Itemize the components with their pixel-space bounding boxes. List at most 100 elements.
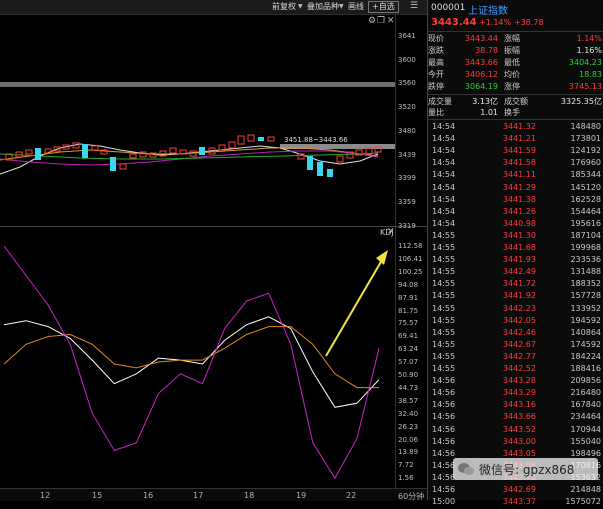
tick-row[interactable]: 15:00 3443.37 1575072: [428, 496, 603, 509]
tick-row[interactable]: 14:55 3442.67 174592: [428, 339, 603, 352]
tick-row[interactable]: 14:56 3443.66 234464: [428, 411, 603, 424]
kdj-chart[interactable]: [0, 232, 395, 488]
kdj-tick-label: 87.91: [398, 293, 419, 302]
chevron-down-icon[interactable]: ▼: [298, 2, 303, 12]
tick-price: 3441.32: [502, 122, 536, 131]
candle: [307, 156, 313, 170]
quote-value: 18.83: [579, 70, 602, 79]
wechat-watermark: 微信号: gpzx868: [453, 458, 598, 480]
tick-price: 3443.52: [502, 424, 536, 434]
tick-time: 14:54: [432, 134, 456, 144]
tick-volume: 170944: [570, 424, 601, 434]
date-axis: 12 15 16 17 18 19 22 60分钟: [0, 488, 427, 501]
tick-row[interactable]: 14:56 3442.69 214848: [428, 484, 603, 497]
watermark-text: 微信号: gpzx868: [479, 463, 575, 477]
quote-value: 1.14%: [576, 34, 602, 43]
candlestick-chart[interactable]: [0, 14, 395, 226]
tick-volume: 216480: [570, 388, 601, 398]
tick-row[interactable]: 14:55 3441.92 157728: [428, 290, 603, 303]
kdj-tick-label: 26.23: [398, 422, 419, 431]
chevron-down-icon[interactable]: ▼: [339, 2, 344, 12]
tick-row[interactable]: 14:55 3442.77 184224: [428, 351, 603, 364]
tick-price: 3441.30: [502, 230, 536, 240]
tick-row[interactable]: 14:54 3441.26 154464: [428, 206, 603, 219]
amount-label: 成交额: [504, 97, 528, 106]
tick-row[interactable]: 14:56 3443.28 209856: [428, 375, 603, 388]
axis-divider: [395, 14, 396, 488]
quote-label: 跌停: [428, 82, 444, 91]
volume-value: 3.13亿: [472, 97, 498, 106]
tick-row[interactable]: 14:55 3442.05 194592: [428, 315, 603, 328]
tick-time: 14:55: [432, 255, 456, 265]
kdj-tick-label: 106.41: [398, 254, 423, 263]
tick-price: 3442.67: [502, 339, 536, 349]
tick-time: 14:55: [432, 315, 456, 325]
tick-row[interactable]: 14:54 3441.21 173801: [428, 133, 603, 146]
candle: [327, 169, 333, 177]
quote-row: 跌停 3064.19 涨停 3745.13: [428, 81, 603, 92]
add-watchlist-button[interactable]: +自选: [368, 1, 399, 13]
tick-row[interactable]: 14:55 3441.30 187104: [428, 230, 603, 243]
quote-value: 3443.66: [464, 58, 498, 67]
tick-row[interactable]: 14:55 3441.68 199968: [428, 242, 603, 255]
tick-row[interactable]: 14:56 3443.29 216480: [428, 387, 603, 400]
tick-volume: 199968: [570, 243, 601, 252]
tick-time: 14:54: [432, 182, 456, 192]
tick-row[interactable]: 14:54 3441.32 148480: [428, 121, 603, 134]
tick-row[interactable]: 14:55 3441.72 188352: [428, 278, 603, 291]
tick-volume: 233536: [570, 255, 601, 265]
change-value: +38.78: [514, 18, 544, 27]
tick-row[interactable]: 14:54 3441.29 145120: [428, 182, 603, 195]
tick-volume: 162528: [570, 194, 601, 204]
tick-row[interactable]: 14:55 3442.49 131488: [428, 266, 603, 279]
tick-row[interactable]: 14:56 3443.00 155040: [428, 436, 603, 449]
tick-row[interactable]: 14:56 3443.16 167840: [428, 399, 603, 412]
tick-price: 3443.00: [502, 436, 536, 446]
tick-row[interactable]: 14:54 3441.59 124192: [428, 145, 603, 158]
overlay-button[interactable]: 叠加品种: [307, 1, 339, 13]
pane-divider[interactable]: [0, 226, 427, 227]
kdj-tick-label: 20.06: [398, 435, 419, 444]
tick-volume: 188416: [570, 364, 601, 373]
stock-name[interactable]: 上证指数: [468, 2, 508, 17]
draw-button[interactable]: 画线: [348, 1, 364, 13]
tick-row[interactable]: 14:55 3442.46 140864: [428, 327, 603, 340]
price-tick-label: 3480: [398, 126, 416, 135]
tick-price: 3441.72: [502, 279, 536, 289]
quote-panel: 000001 上证指数 3443.44 +1.14% +38.78 现价 3443…: [427, 0, 603, 506]
tick-row[interactable]: 14:54 3440.98 195616: [428, 218, 603, 231]
annotation-arrow: [325, 259, 383, 357]
candle: [228, 141, 236, 149]
tick-row[interactable]: 14:54 3441.11 185344: [428, 169, 603, 182]
ratio-row: 量比 1.01 换手: [428, 107, 603, 118]
period-selector[interactable]: 60分钟: [398, 491, 424, 502]
candle: [25, 149, 33, 155]
tick-row[interactable]: 14:56 3443.52 170944: [428, 424, 603, 437]
menu-icon[interactable]: ☰: [410, 1, 418, 11]
separator: [428, 119, 603, 120]
separator: [428, 94, 603, 95]
candle: [199, 147, 205, 155]
quote-label: 涨幅: [504, 34, 520, 43]
tick-price: 3441.59: [502, 146, 536, 156]
tick-row[interactable]: 14:54 3441.38 162528: [428, 194, 603, 207]
candle: [129, 153, 137, 159]
candle: [267, 136, 275, 142]
tick-row[interactable]: 14:55 3441.93 233536: [428, 254, 603, 267]
candle: [35, 148, 41, 160]
tick-volume: 234464: [570, 412, 601, 422]
fuquan-button[interactable]: 前复权: [272, 1, 296, 13]
tick-row[interactable]: 14:55 3442.23 133952: [428, 303, 603, 316]
tick-row[interactable]: 14:54 3441.58 176960: [428, 157, 603, 170]
kdj-tick-label: 1.56: [398, 474, 414, 483]
tick-row[interactable]: 14:55 3442.52 188416: [428, 363, 603, 376]
candle: [82, 144, 88, 158]
wechat-icon: [458, 463, 474, 475]
date-label: 12: [40, 491, 51, 500]
kdj-tick-label: 57.07: [398, 358, 419, 367]
quote-row: 最高 3443.66 最低 3404.23: [428, 57, 603, 68]
tick-price: 3441.21: [502, 134, 536, 144]
quote-label: 涨跌: [428, 46, 444, 55]
kdj-tick-label: 50.90: [398, 371, 419, 379]
kdj-tick-label: 63.24: [398, 345, 419, 354]
